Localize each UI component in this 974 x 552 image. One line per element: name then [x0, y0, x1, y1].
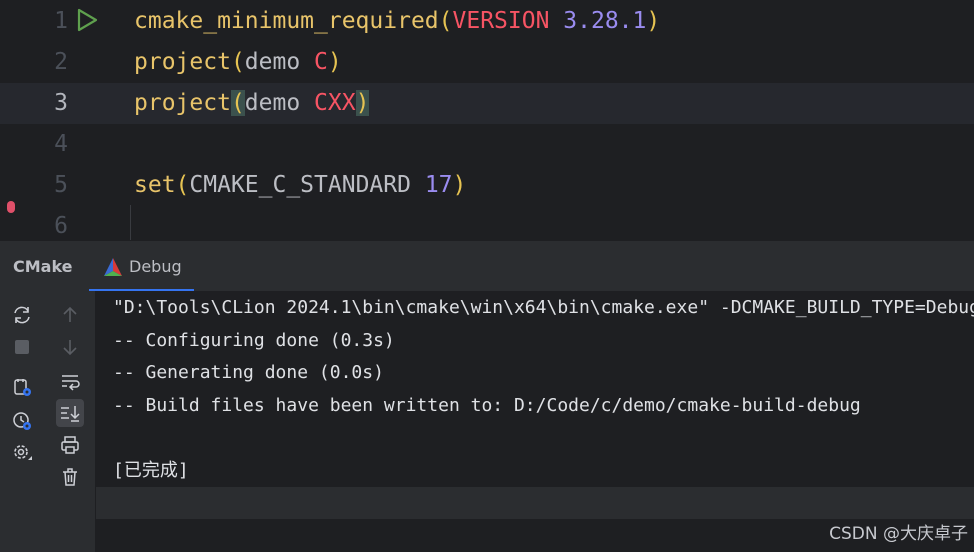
cmake-triangle-icon: [103, 257, 123, 277]
code-token: ): [327, 49, 342, 75]
settings-icon[interactable]: [10, 441, 34, 465]
console-line: -- Configuring done (0.3s): [113, 330, 395, 351]
code-token: CXX: [314, 90, 356, 116]
console-line: "D:\Tools\CLion 2024.1\bin\cmake\win\x64…: [113, 297, 974, 318]
stop-icon[interactable]: [10, 335, 34, 359]
print-icon[interactable]: [58, 433, 82, 457]
code-token: VERSION: [452, 8, 550, 34]
code-token: cmake_minimum_required: [134, 8, 439, 34]
code-token: demo: [244, 49, 315, 75]
console-line: -- Generating done (0.0s): [113, 362, 384, 383]
clear-icon[interactable]: [58, 465, 82, 489]
code-token: CMAKE_C_STANDARD: [189, 172, 425, 198]
code-token: (: [230, 90, 245, 116]
code-line[interactable]: 2 project(demo C): [0, 42, 974, 83]
run-icon[interactable]: [74, 7, 100, 33]
tool-window-title: CMake: [13, 257, 73, 276]
code-line[interactable]: 5 set(CMAKE_C_STANDARD 17): [0, 165, 974, 206]
cache-icon[interactable]: [10, 409, 34, 433]
watermark: CSDN @大庆卓子: [829, 524, 968, 544]
code-token: (: [230, 49, 245, 75]
tab-debug-label: Debug: [129, 257, 182, 276]
code-token: C: [314, 49, 328, 75]
code-token: ): [355, 90, 370, 116]
console-line: [已完成]: [113, 460, 189, 481]
code-token: project: [134, 49, 231, 75]
code-line[interactable]: 4: [0, 124, 974, 165]
code-token: 17: [424, 172, 453, 198]
tool-window-header: CMake Debug: [0, 240, 974, 292]
reload-icon[interactable]: [10, 303, 34, 327]
cmake-settings-icon[interactable]: [10, 375, 34, 399]
line-number[interactable]: 3: [30, 83, 68, 124]
scroll-to-end-icon[interactable]: [56, 399, 84, 427]
code-token: 3.28.1: [563, 8, 647, 34]
cmake-toolbar: [0, 291, 96, 552]
line-number[interactable]: 6: [30, 206, 68, 240]
code-token: set: [134, 172, 176, 198]
line-number[interactable]: 4: [30, 124, 68, 165]
tool-window-body: "D:\Tools\CLion 2024.1\bin\cmake\win\x64…: [0, 291, 974, 552]
code-token: ): [452, 172, 467, 198]
tab-debug[interactable]: Debug: [89, 241, 194, 292]
code-text[interactable]: cmake_minimum_required(VERSION 3.28.1): [134, 1, 660, 42]
code-text[interactable]: set(CMAKE_C_STANDARD 17): [134, 165, 466, 206]
soft-wrap-icon[interactable]: [58, 369, 82, 393]
code-token: (: [438, 8, 453, 34]
code-text[interactable]: project(demo C): [134, 42, 342, 83]
code-line[interactable]: 6: [0, 206, 974, 240]
code-line[interactable]: 1 cmake_minimum_required(VERSION 3.28.1): [0, 1, 974, 42]
code-token: (: [175, 172, 190, 198]
code-editor[interactable]: 1 cmake_minimum_required(VERSION 3.28.1) 2…: [0, 0, 974, 240]
scroll-up-icon[interactable]: [58, 303, 82, 327]
code-token: project: [134, 90, 231, 116]
code-text[interactable]: project(demo CXX): [134, 83, 370, 124]
console-output[interactable]: "D:\Tools\CLion 2024.1\bin\cmake\win\x64…: [96, 291, 974, 552]
console-input-row[interactable]: [96, 487, 974, 519]
code-line[interactable]: 3 project(demo CXX): [0, 83, 974, 124]
scroll-down-icon[interactable]: [58, 335, 82, 359]
code-token: ): [646, 8, 661, 34]
line-number[interactable]: 1: [30, 1, 68, 42]
line-number[interactable]: 5: [30, 165, 68, 206]
line-number[interactable]: 2: [30, 42, 68, 83]
code-token: demo: [244, 90, 315, 116]
console-line: -- Build files have been written to: D:/…: [113, 395, 861, 416]
